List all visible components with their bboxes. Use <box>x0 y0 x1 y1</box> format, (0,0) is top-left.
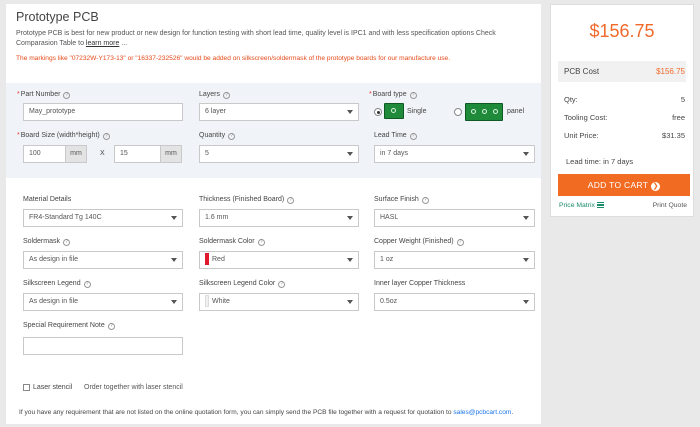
inner-copper-label: Inner layer Copper Thickness <box>374 280 466 287</box>
chevron-down-icon <box>523 300 529 304</box>
white-color-swatch <box>205 295 209 308</box>
lead-time-select[interactable]: in 7 days <box>374 145 535 163</box>
silkscreen-select[interactable]: As design in file <box>23 293 183 311</box>
material-select[interactable]: FR4-Standard Tg 140C <box>23 209 183 227</box>
lead-time-summary: Lead time: in 7 days <box>566 157 634 166</box>
learn-more-link[interactable]: learn more <box>86 40 119 47</box>
laser-stencil-label: Laser stencil <box>33 384 73 391</box>
copper-weight-select[interactable]: 1 oz <box>374 251 535 269</box>
part-number-label: *Part Number? <box>17 90 71 100</box>
question-circle-icon[interactable]: ? <box>62 239 70 246</box>
laser-stencil-checkbox[interactable] <box>23 384 30 391</box>
total-price: $156.75 <box>589 21 655 41</box>
chevron-down-icon <box>171 258 177 262</box>
pcb-cost-value: $156.75 <box>656 67 685 76</box>
board-type-label: *Board type? <box>369 90 417 100</box>
sales-email-link[interactable]: sales@pcbcart.com <box>453 409 511 416</box>
width-unit: mm <box>65 146 86 162</box>
question-circle-icon[interactable]: ? <box>278 281 286 288</box>
panel-board-icon <box>465 103 503 121</box>
silkscreen-color-select[interactable]: White <box>199 293 359 311</box>
tooling-cost-label: Tooling Cost: <box>564 113 608 122</box>
intro-section: Prototype PCB Prototype PCB is best for … <box>6 4 541 62</box>
surface-finish-select[interactable]: HASL <box>374 209 535 227</box>
special-note-label: Special Requirement Note? <box>23 321 115 331</box>
qty-label: Qty: <box>564 95 578 104</box>
chevron-down-icon <box>347 152 353 156</box>
board-type-panel-label: panel <box>507 108 525 115</box>
footer-note: If you have any requirement that are not… <box>19 409 514 416</box>
question-circle-icon[interactable]: ? <box>228 133 236 140</box>
question-circle-icon[interactable]: ? <box>409 133 417 140</box>
special-note-textarea[interactable] <box>23 337 183 355</box>
soldermask-color-select[interactable]: Red <box>199 251 359 269</box>
chevron-down-icon <box>523 258 529 262</box>
thickness-label: Thickness (Finished Board)? <box>199 195 295 205</box>
question-circle-icon[interactable]: ? <box>83 281 91 288</box>
thickness-select[interactable]: 1.6 mm <box>199 209 359 227</box>
single-board-icon <box>384 103 404 119</box>
tooling-cost-value: free <box>672 113 685 122</box>
board-type-single-radio[interactable] <box>374 108 382 116</box>
question-circle-icon[interactable]: ? <box>223 92 231 99</box>
material-label: Material Details <box>23 196 72 203</box>
chevron-down-icon <box>347 300 353 304</box>
question-circle-icon[interactable]: ? <box>107 323 115 330</box>
layers-select[interactable]: 6 layer <box>199 103 359 121</box>
list-icon <box>596 202 604 208</box>
unit-price-value: $31.35 <box>662 131 685 140</box>
chevron-down-icon <box>171 300 177 304</box>
chevron-down-icon <box>347 258 353 262</box>
chevron-down-icon <box>347 110 353 114</box>
question-circle-icon[interactable]: ? <box>456 239 464 246</box>
soldermask-select[interactable]: As design in file <box>23 251 183 269</box>
intro-description: Prototype PCB is best for new product or… <box>16 30 496 47</box>
question-circle-icon[interactable]: ? <box>257 239 265 246</box>
board-size-label: *Board Size (width*height)? <box>17 131 110 141</box>
pcb-cost-label: PCB Cost <box>564 67 600 76</box>
silkscreen-color-label: Silkscreen Legend Color? <box>199 279 286 289</box>
arrow-right-circle-icon: ❯ <box>651 182 661 191</box>
surface-finish-label: Surface Finish? <box>374 195 429 205</box>
part-number-input[interactable]: May_prototype <box>23 103 183 121</box>
chevron-down-icon <box>523 152 529 156</box>
quantity-label: Quantity? <box>199 131 236 141</box>
board-height-input[interactable]: 15 mm <box>114 145 182 163</box>
question-circle-icon[interactable]: ? <box>409 92 417 99</box>
add-to-cart-button[interactable]: ADD TO CART ❯ <box>558 174 690 196</box>
soldermask-label: Soldermask? <box>23 237 70 247</box>
quantity-select[interactable]: 5 <box>199 145 359 163</box>
question-circle-icon[interactable]: ? <box>63 92 71 99</box>
size-times-sign: X <box>100 150 105 157</box>
quote-form-panel: Prototype PCB Prototype PCB is best for … <box>6 4 541 424</box>
layers-label: Layers? <box>199 90 231 100</box>
soldermask-color-label: Soldermask Color? <box>199 237 265 247</box>
laser-stencil-note: Order together with laser stencil <box>84 384 183 391</box>
question-circle-icon[interactable]: ? <box>102 133 110 140</box>
lead-time-label: Lead Time? <box>374 131 417 141</box>
qty-value: 5 <box>680 95 685 104</box>
price-matrix-link[interactable]: Price Matrix <box>559 202 604 209</box>
board-type-panel-radio[interactable] <box>454 108 462 116</box>
unit-price-label: Unit Price: <box>564 131 599 140</box>
question-circle-icon[interactable]: ? <box>287 197 295 204</box>
chevron-down-icon <box>347 216 353 220</box>
question-circle-icon[interactable]: ? <box>421 197 429 204</box>
chevron-down-icon <box>171 216 177 220</box>
inner-copper-select[interactable]: 0.5oz <box>374 293 535 311</box>
copper-weight-label: Copper Weight (Finished)? <box>374 237 464 247</box>
print-quote-link[interactable]: Print Quote <box>653 202 687 209</box>
price-summary-panel: $156.75 PCB Cost $156.75 Qty: 5 Tooling … <box>550 4 694 217</box>
marking-warning: The markings like "07232W-Y173-13" or "1… <box>16 55 451 62</box>
page-title: Prototype PCB <box>16 10 99 24</box>
board-type-single-label: Single <box>407 108 427 115</box>
height-unit: mm <box>160 146 181 162</box>
red-color-swatch <box>205 253 209 266</box>
chevron-down-icon <box>523 216 529 220</box>
silkscreen-label: Silkscreen Legend? <box>23 279 91 289</box>
board-width-input[interactable]: 100 mm <box>23 145 87 163</box>
